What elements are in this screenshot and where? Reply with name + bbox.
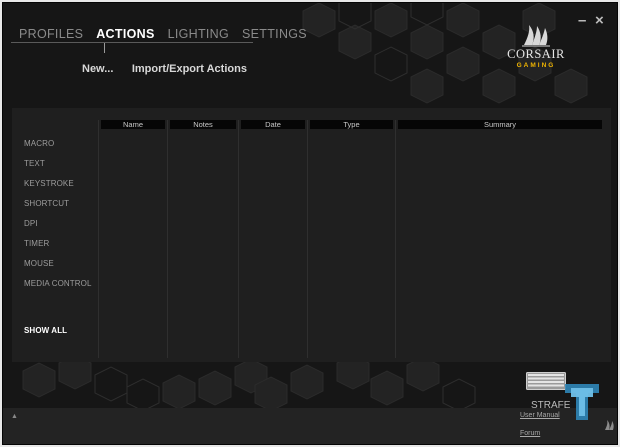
expand-arrow-icon[interactable]: ▲ xyxy=(11,413,18,420)
column-header-date[interactable]: Date xyxy=(241,120,305,129)
nav-underline xyxy=(11,42,253,43)
column-header-type[interactable]: Type xyxy=(310,120,393,129)
category-text[interactable]: TEXT xyxy=(24,159,45,168)
import-export-button[interactable]: Import/Export Actions xyxy=(132,63,247,75)
category-media-control[interactable]: MEDIA CONTROL xyxy=(24,279,92,288)
minimize-button[interactable]: – xyxy=(578,12,586,29)
brand-tagline: GAMING xyxy=(516,62,556,69)
actions-toolbar: New... Import/Export Actions xyxy=(82,59,261,77)
corsair-sails-small-icon xyxy=(605,420,614,430)
column-header-notes[interactable]: Notes xyxy=(170,120,236,129)
category-dpi[interactable]: DPI xyxy=(24,219,38,228)
column-divider xyxy=(307,120,308,358)
forum-link[interactable]: Forum xyxy=(520,430,540,437)
top-nav: PROFILES ACTIONS LIGHTING SETTINGS xyxy=(19,25,320,43)
column-divider xyxy=(167,120,168,358)
tab-profiles[interactable]: PROFILES xyxy=(19,27,83,41)
category-keystroke[interactable]: KEYSTROKE xyxy=(24,179,74,188)
column-divider xyxy=(98,120,99,358)
category-macro[interactable]: MACRO xyxy=(24,139,54,148)
column-header-summary[interactable]: Summary xyxy=(398,120,602,129)
corsair-logo: CORSAIR GAMING xyxy=(503,23,569,69)
column-header-name[interactable]: Name xyxy=(101,120,165,129)
brand-name: CORSAIR xyxy=(507,47,565,61)
tab-lighting[interactable]: LIGHTING xyxy=(168,27,229,41)
tab-settings[interactable]: SETTINGS xyxy=(242,27,307,41)
new-action-button[interactable]: New... xyxy=(82,63,113,75)
column-divider xyxy=(395,120,396,358)
category-mouse[interactable]: MOUSE xyxy=(24,259,54,268)
tweaktown-watermark-icon xyxy=(565,384,599,420)
category-shortcut[interactable]: SHORTCUT xyxy=(24,199,69,208)
keyboard-icon[interactable] xyxy=(526,372,566,390)
close-button[interactable]: × xyxy=(595,12,604,29)
corsair-sails-icon xyxy=(522,25,550,47)
tab-actions[interactable]: ACTIONS xyxy=(96,27,154,41)
user-manual-link[interactable]: User Manual xyxy=(520,412,560,419)
actions-panel: MACRO TEXT KEYSTROKE SHORTCUT DPI TIMER … xyxy=(12,108,611,362)
category-timer[interactable]: TIMER xyxy=(24,239,49,248)
active-tab-pointer xyxy=(104,43,105,53)
show-all-button[interactable]: SHOW ALL xyxy=(24,326,67,335)
app-window: PROFILES ACTIONS LIGHTING SETTINGS New... I… xyxy=(2,2,618,445)
column-divider xyxy=(238,120,239,358)
